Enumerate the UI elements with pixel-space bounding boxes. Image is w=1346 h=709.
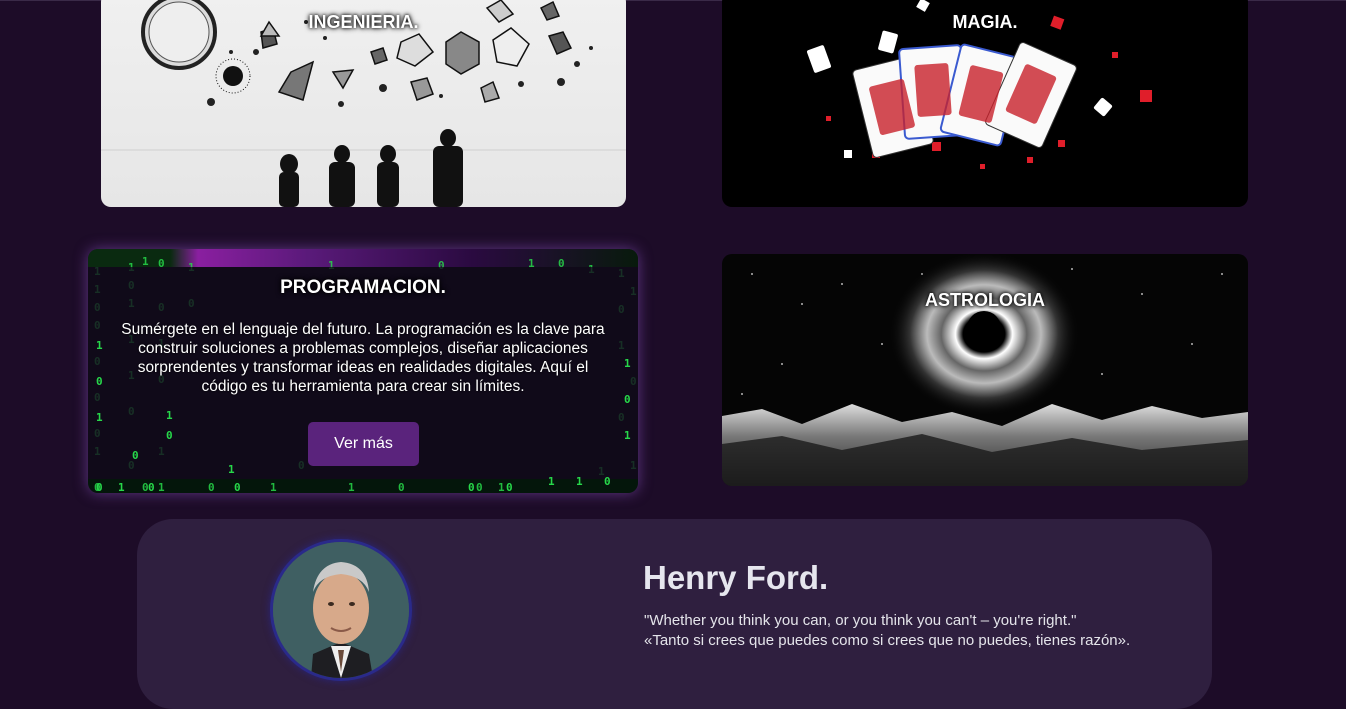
svg-text:1: 1 — [624, 357, 631, 370]
svg-text:1: 1 — [166, 409, 173, 422]
card-astrologia[interactable]: ASTROLOGIA — [722, 254, 1248, 486]
svg-text:0: 0 — [234, 481, 241, 493]
card-title-magia: MAGIA. — [952, 12, 1018, 32]
svg-text:0: 0 — [148, 481, 155, 493]
card-programacion[interactable]: 110000010 1011100 10 001011 010 110 001 … — [88, 249, 638, 493]
card-title-programacion: PROGRAMACION. — [280, 277, 446, 298]
svg-text:1: 1 — [548, 475, 555, 488]
henry-ford-portrait — [273, 542, 409, 678]
svg-text:0: 0 — [96, 481, 103, 493]
quote-text-spanish: «Tanto si crees que puedes como si crees… — [644, 632, 1131, 649]
svg-text:0: 0 — [604, 475, 611, 488]
svg-text:0: 0 — [468, 481, 475, 493]
svg-text:0: 0 — [506, 481, 513, 493]
astrologia-image — [722, 254, 1248, 486]
card-ingenieria[interactable]: INGENIERIA. — [101, 0, 626, 207]
svg-text:1: 1 — [624, 429, 631, 442]
quote-author: Henry Ford. — [643, 559, 829, 596]
card-title-ingenieria: INGENIERIA. — [308, 12, 419, 32]
svg-text:0: 0 — [624, 393, 631, 406]
quote-text-english: "Whether you think you can, or you think… — [644, 612, 1077, 629]
svg-text:0: 0 — [96, 375, 103, 388]
svg-text:1: 1 — [118, 481, 125, 493]
svg-text:0: 0 — [132, 449, 139, 462]
svg-text:1: 1 — [96, 339, 103, 352]
card-magia[interactable]: MAGIA. — [722, 0, 1248, 207]
svg-text:1: 1 — [96, 411, 103, 424]
card-description-programacion: Sumérgete en el lenguaje del futuro. La … — [121, 321, 605, 395]
avatar — [270, 539, 412, 681]
svg-text:1: 1 — [228, 463, 235, 476]
svg-text:1: 1 — [576, 475, 583, 488]
svg-text:0: 0 — [166, 429, 173, 442]
ver-mas-button[interactable]: Ver más — [308, 422, 419, 466]
card-title-astrologia: ASTROLOGIA — [925, 290, 1045, 310]
